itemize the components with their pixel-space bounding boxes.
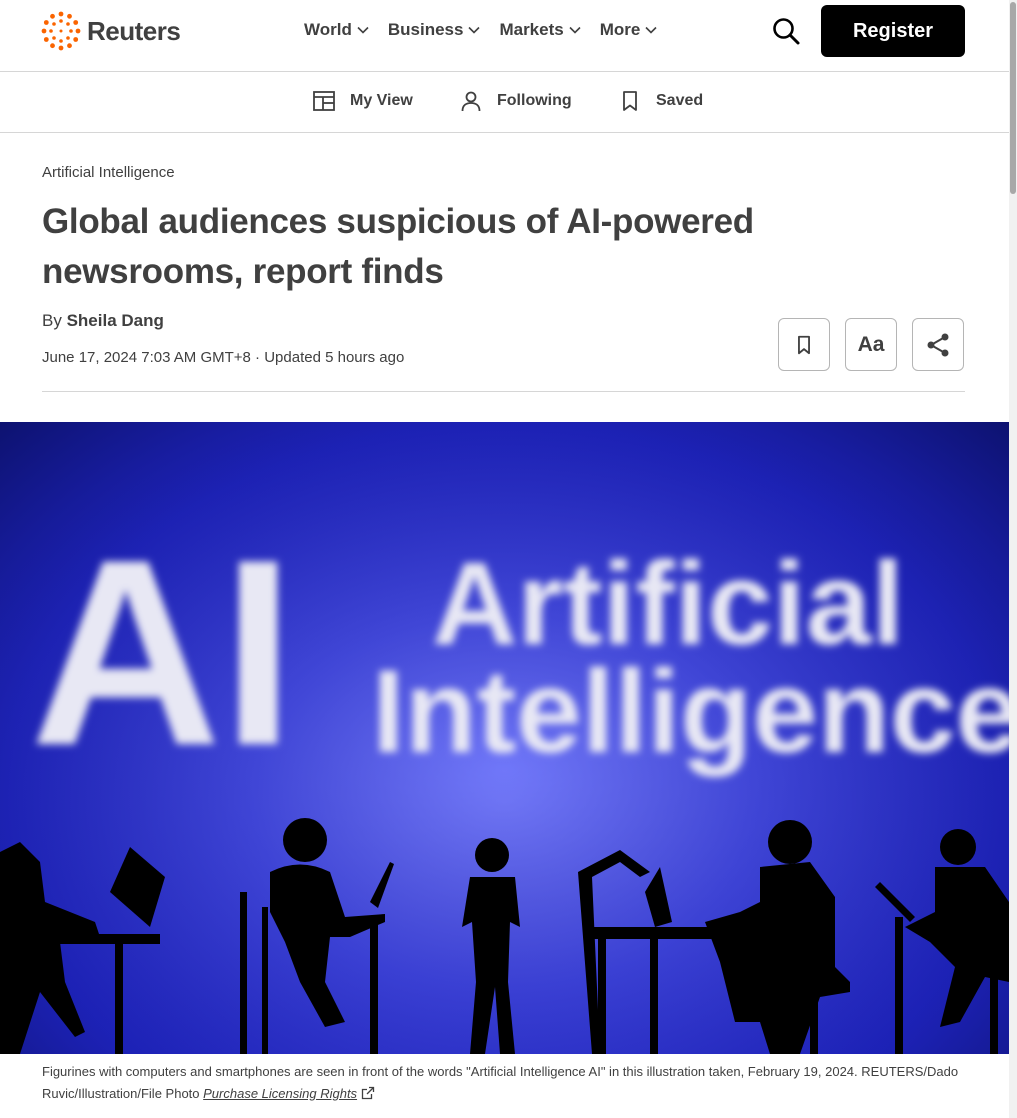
person-icon — [461, 91, 481, 112]
chevron-down-icon — [468, 26, 481, 34]
subnav-my-view-label: My View — [350, 92, 413, 109]
byline-prefix: By — [42, 311, 62, 330]
layout-icon — [313, 91, 335, 111]
article-section-link[interactable]: Artificial Intelligence — [42, 164, 175, 181]
article-tools: Aa — [778, 318, 964, 371]
subnav-following[interactable]: Following — [459, 89, 572, 113]
purchase-licensing-rights-link[interactable]: Purchase Licensing Rights — [203, 1086, 357, 1101]
chevron-down-icon — [645, 26, 657, 34]
nav-more-label: More — [599, 20, 641, 39]
article-hero-image: AI Artificial Intelligence — [0, 422, 1009, 1054]
reuters-logo[interactable]: Reuters — [41, 11, 181, 51]
hero-illustration: AI Artificial Intelligence — [0, 422, 1009, 1054]
chevron-down-icon — [569, 26, 581, 34]
search-icon[interactable] — [770, 15, 802, 47]
site-header: Reuters World Business Markets More Regi… — [0, 0, 1009, 72]
page-scrollbar[interactable] — [1009, 0, 1017, 1118]
share-button[interactable] — [912, 318, 964, 371]
subnav-my-view[interactable]: My View — [312, 89, 413, 113]
subnav-saved[interactable]: Saved — [618, 89, 703, 113]
subnav-following-label: Following — [497, 92, 572, 109]
hero-text-ai: AI — [30, 505, 295, 801]
bookmark-icon — [798, 335, 810, 354]
nav-business[interactable]: Business — [388, 20, 482, 40]
nav-business-label: Business — [387, 20, 464, 39]
save-article-button[interactable] — [778, 318, 830, 371]
bookmark-icon — [623, 91, 637, 111]
article-dateline: June 17, 2024 7:03 AM GMT+8 · Updated 5 … — [42, 349, 405, 366]
reuters-logo-icon — [41, 11, 81, 51]
nav-world-label: World — [304, 20, 352, 39]
hero-text-intelligence: Intelligence — [372, 646, 1009, 778]
text-size-button[interactable]: Aa — [845, 318, 897, 371]
header-divider — [42, 391, 965, 392]
nav-more[interactable]: More — [600, 20, 659, 40]
share-icon — [927, 333, 949, 356]
reuters-wordmark: Reuters — [87, 15, 181, 46]
register-button[interactable]: Register — [821, 5, 965, 57]
article-headline: Global audiences suspicious of AI-powere… — [42, 202, 754, 291]
external-link-icon[interactable] — [361, 1086, 375, 1100]
image-caption: Figurines with computers and smartphones… — [42, 1061, 972, 1105]
article-byline: By Sheila Dang — [42, 311, 164, 331]
caption-text: Figurines with computers and smartphones… — [42, 1064, 959, 1101]
nav-world[interactable]: World — [304, 20, 370, 40]
main-nav: World Business Markets More — [304, 20, 676, 40]
chevron-down-icon — [357, 26, 369, 34]
scrollbar-thumb[interactable] — [1010, 2, 1016, 194]
nav-markets[interactable]: Markets — [499, 20, 581, 40]
nav-markets-label: Markets — [499, 20, 564, 39]
subnav-saved-label: Saved — [656, 92, 704, 109]
personal-nav: My View Following Saved — [0, 72, 1009, 133]
author-link[interactable]: Sheila Dang — [67, 311, 164, 330]
